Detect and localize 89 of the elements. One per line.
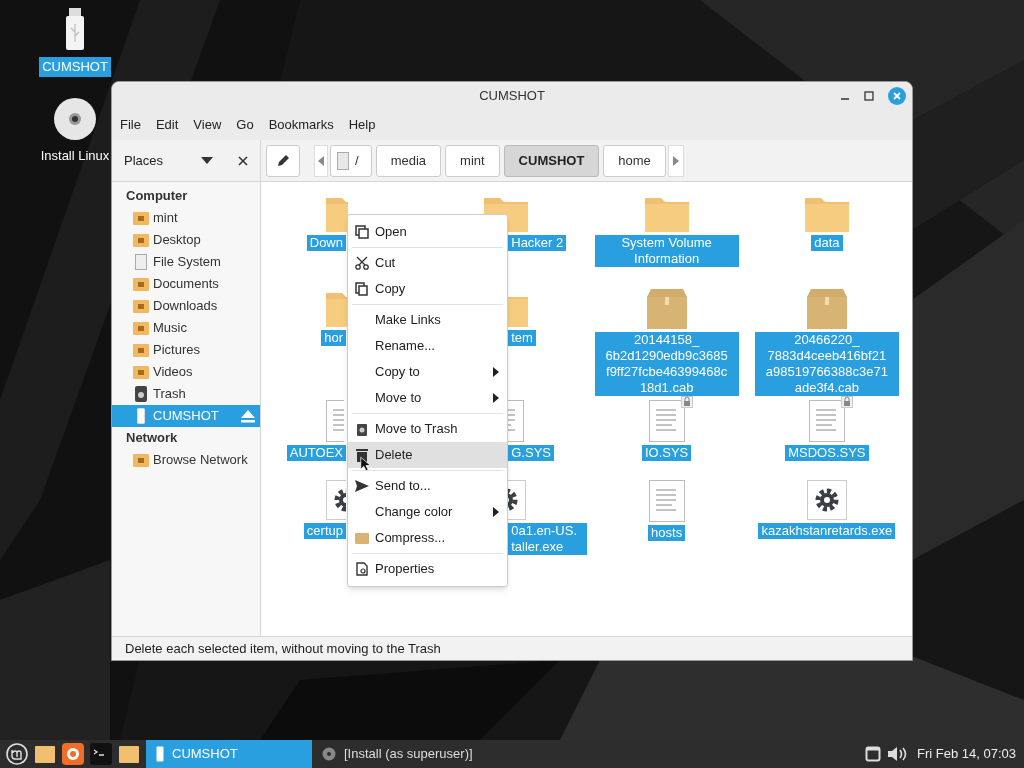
folder-icon (133, 365, 149, 379)
sidebar-item[interactable]: Desktop (112, 229, 260, 251)
scissors-icon (355, 256, 369, 270)
menu-item[interactable]: Make Links (348, 307, 507, 333)
usb-drive-icon[interactable] (65, 8, 85, 52)
menu-item[interactable]: Change color (348, 499, 507, 525)
taskbar-window-button[interactable]: [Install (as superuser)] (312, 740, 483, 768)
terminal-icon[interactable] (90, 743, 112, 765)
section-heading: Computer (125, 187, 189, 206)
path-segment[interactable]: / (330, 144, 372, 177)
folder-icon (133, 299, 149, 313)
desktop-icon-label[interactable]: Install Linux (37, 145, 113, 165)
sidebar-item[interactable]: Pictures (112, 339, 260, 361)
menu-item[interactable]: Compress... (348, 525, 507, 551)
drive-icon (337, 151, 349, 170)
document-icon (648, 480, 685, 522)
box-icon (646, 289, 687, 329)
clock[interactable]: Fri Feb 14, 07:03 (917, 744, 1016, 764)
section-heading: Network (125, 429, 179, 448)
folder-icon (133, 343, 149, 357)
copy-icon (355, 282, 369, 296)
properties-icon (355, 562, 369, 576)
places-label: Places (124, 151, 164, 170)
menu-item[interactable]: Move to (348, 385, 507, 411)
folder-icon (133, 453, 149, 467)
left-arrow-icon (318, 155, 324, 166)
back-arrow-button[interactable] (314, 144, 328, 177)
window-icon[interactable] (865, 746, 881, 762)
sidebar-item[interactable]: Documents (112, 273, 260, 295)
menu-item[interactable]: Go (236, 115, 254, 135)
sidebar-item[interactable]: Downloads (112, 295, 260, 317)
close-icon[interactable] (238, 155, 248, 166)
menu-item[interactable]: Move to Trash (348, 416, 507, 442)
menu-item[interactable]: File (120, 115, 141, 135)
menu-item[interactable]: Send to... (348, 473, 507, 499)
sidebar-item[interactable]: File System (112, 251, 260, 273)
folder-icon (133, 277, 149, 291)
pencil-icon (276, 153, 290, 168)
maximize-icon[interactable] (864, 91, 874, 101)
menu-item[interactable]: Properties (348, 556, 507, 582)
edit-path-button[interactable] (266, 144, 300, 177)
menu-item[interactable]: Bookmarks (268, 115, 334, 135)
status-text: Delete each selected item, without moving to the Trash (125, 639, 441, 658)
box-icon (806, 289, 847, 329)
document-icon (326, 400, 344, 442)
menu-item[interactable]: View (193, 115, 222, 135)
menu-item[interactable]: Delete (348, 442, 507, 468)
dropdown-icon[interactable] (201, 156, 213, 165)
menu-item[interactable]: Cut (348, 250, 507, 276)
eject-icon[interactable] (240, 409, 256, 423)
folder-icon[interactable] (34, 744, 56, 764)
sidebar-item[interactable]: Music (112, 317, 260, 339)
sidebar-item[interactable]: Browse Network (112, 449, 260, 471)
menu-item[interactable]: Copy (348, 276, 507, 302)
path-segment[interactable]: CUMSHOT (503, 144, 600, 177)
forward-arrow-button[interactable] (667, 144, 684, 177)
path-segment[interactable]: mint (445, 144, 500, 177)
folder-icon (133, 211, 149, 225)
folder-icon[interactable] (118, 744, 140, 764)
document-icon (808, 400, 845, 442)
mint-logo-icon[interactable] (6, 743, 28, 765)
disc-icon (322, 747, 336, 761)
sidebar-item[interactable]: Trash (112, 383, 260, 405)
open-icon (355, 225, 369, 239)
menu-item[interactable]: Help (348, 115, 376, 135)
menu-item[interactable]: Copy to (348, 359, 507, 385)
folder-icon (133, 233, 149, 247)
document-icon (648, 400, 685, 442)
gear-icon (806, 480, 847, 520)
trash-icon (133, 386, 149, 402)
disc-icon[interactable] (53, 96, 97, 141)
sidebar-item[interactable]: Videos (112, 361, 260, 383)
drive-icon (133, 254, 149, 270)
mouse-pointer-icon (360, 456, 372, 472)
path-segment[interactable]: home (603, 144, 666, 177)
right-arrow-icon (672, 155, 679, 166)
volume-icon[interactable] (887, 746, 907, 762)
path-segment[interactable]: media (375, 144, 442, 177)
send-icon (355, 479, 369, 493)
menu-item[interactable]: Open (348, 219, 507, 245)
browser-icon[interactable] (62, 743, 84, 765)
menu-item[interactable]: Edit (155, 115, 179, 135)
folder-icon (133, 321, 149, 335)
trash-icon (355, 422, 369, 436)
usb-drive-icon (156, 746, 164, 762)
archive-icon (355, 531, 369, 545)
sidebar-item[interactable]: mint (112, 207, 260, 229)
menu-item[interactable]: Rename... (348, 333, 507, 359)
window-title: CUMSHOT (479, 87, 545, 106)
